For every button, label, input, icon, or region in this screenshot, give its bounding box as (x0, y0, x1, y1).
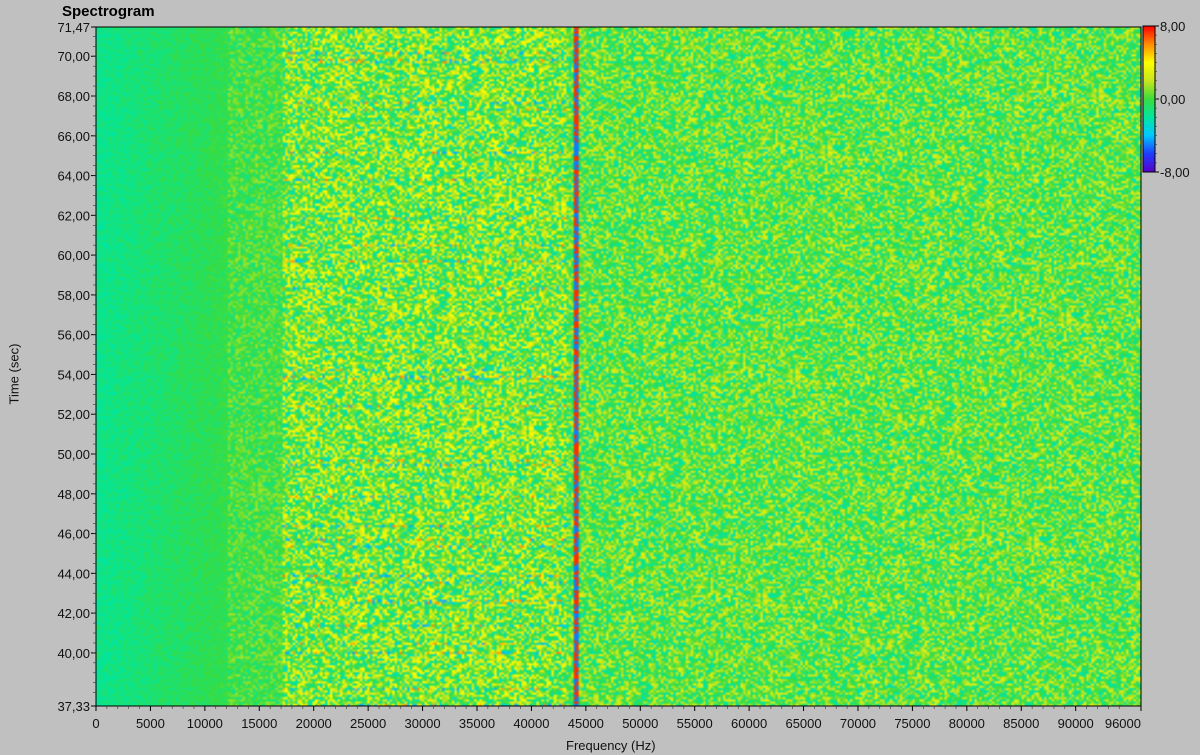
x-tick-label: 96000 (1105, 716, 1141, 731)
x-tick-label: 25000 (350, 716, 386, 731)
spectrogram-heatmap (96, 27, 1141, 706)
x-tick-label: 65000 (785, 716, 821, 731)
y-tick-label: 66,00 (57, 129, 90, 144)
y-tick-label: 54,00 (57, 367, 90, 382)
x-tick-label: 55000 (677, 716, 713, 731)
x-tick-label: 40000 (513, 716, 549, 731)
y-tick-label: 58,00 (57, 288, 90, 303)
y-tick-label: 68,00 (57, 89, 90, 104)
y-tick-label: 46,00 (57, 527, 90, 542)
y-tick-label: 40,00 (57, 646, 90, 661)
y-tick-label: 60,00 (57, 248, 90, 263)
x-tick-label: 70000 (840, 716, 876, 731)
colorbar (1142, 25, 1156, 173)
y-tick-label: 62,00 (57, 208, 90, 223)
x-tick-label: 60000 (731, 716, 767, 731)
y-tick-label: 44,00 (57, 566, 90, 581)
y-tick-label: 50,00 (57, 447, 90, 462)
x-tick-label: 80000 (949, 716, 985, 731)
colorbar-label: 0,00 (1160, 92, 1185, 107)
x-tick-label: 10000 (187, 716, 223, 731)
y-tick-label: 42,00 (57, 606, 90, 621)
x-tick-label: 30000 (404, 716, 440, 731)
x-tick-label: 15000 (241, 716, 277, 731)
y-tick-label: 52,00 (57, 407, 90, 422)
y-tick-label: 70,00 (57, 49, 90, 64)
colorbar-label: -8,00 (1160, 165, 1190, 180)
x-tick-label: 45000 (568, 716, 604, 731)
x-tick-label: 75000 (894, 716, 930, 731)
y-tick-label: 56,00 (57, 328, 90, 343)
y-tick-label: 64,00 (57, 169, 90, 184)
y-tick-label: 71,47 (57, 20, 90, 35)
x-tick-label: 0 (92, 716, 99, 731)
x-tick-label: 85000 (1003, 716, 1039, 731)
y-tick-label: 48,00 (57, 487, 90, 502)
chart-svg: 37,33 40,00 42,00 44,00 46,00 48,00 50,00 52,00… (57, 19, 1190, 731)
x-tick-label: 5000 (136, 716, 165, 731)
y-tick-label: 37,33 (57, 699, 90, 714)
x-tick-label: 35000 (459, 716, 495, 731)
x-tick-label: 90000 (1058, 716, 1094, 731)
x-tick-label: 50000 (622, 716, 658, 731)
x-tick-label: 20000 (296, 716, 332, 731)
spectrogram-chart: Spectrogram Time (sec) Frequency (Hz) 37… (0, 0, 1200, 755)
colorbar-label: 8,00 (1160, 19, 1185, 34)
